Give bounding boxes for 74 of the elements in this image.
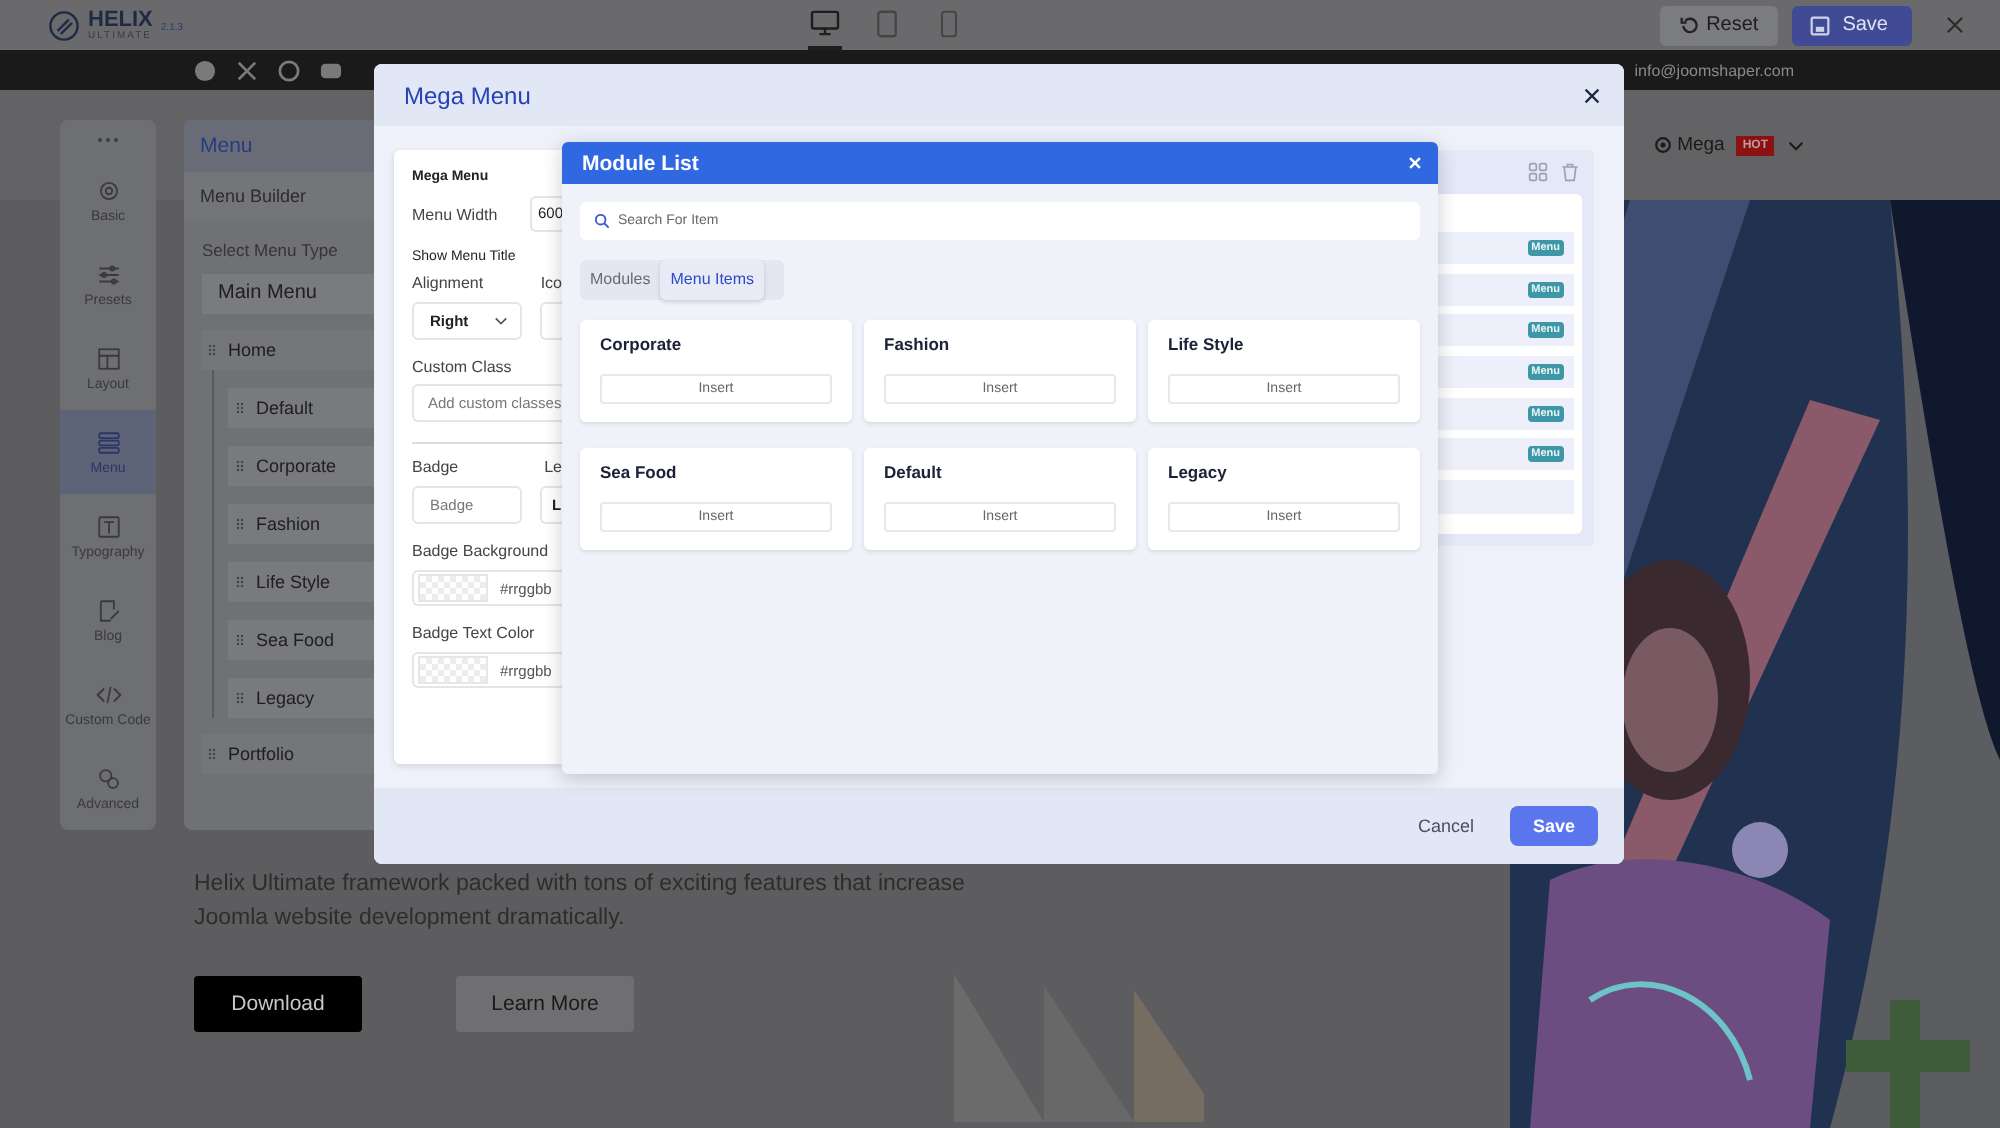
settings-icon — [1653, 136, 1672, 154]
menu-tree-item[interactable]: Fashion — [228, 504, 374, 544]
menu-tree-item[interactable]: Legacy — [228, 678, 374, 718]
field-label: Custom Class — [412, 358, 514, 376]
social-icon[interactable] — [194, 59, 216, 81]
social-icon[interactable] — [320, 59, 342, 81]
nav-link[interactable]: Mega — [1677, 134, 1725, 156]
field-label: Ico — [540, 274, 562, 292]
menu-tree-item[interactable]: Default — [228, 388, 374, 428]
close-icon[interactable] — [1584, 87, 1600, 103]
field-label: Menu Width — [412, 205, 498, 223]
item-title: Corporate — [600, 334, 684, 354]
drag-handle-icon[interactable] — [236, 460, 244, 472]
drag-handle-icon[interactable] — [236, 692, 244, 704]
drag-handle-icon[interactable] — [208, 748, 216, 760]
drag-handle-icon[interactable] — [236, 518, 244, 530]
caret-icon[interactable] — [1788, 139, 1804, 151]
menu-type-select[interactable]: Main Menu — [202, 274, 374, 314]
menu-tree-item[interactable]: Sea Food — [228, 620, 374, 660]
drag-handle-icon[interactable] — [236, 402, 244, 414]
tab[interactable]: Modules — [580, 260, 661, 300]
item-title: Life Style — [1168, 334, 1246, 354]
logo-name: HELIX — [88, 9, 153, 31]
edit-icon — [95, 597, 121, 623]
sliders-icon — [95, 261, 121, 287]
save-button[interactable]: Save — [1510, 806, 1598, 846]
phone-icon — [940, 9, 958, 37]
item-title: Fashion — [884, 334, 952, 354]
icon-select[interactable] — [540, 302, 562, 340]
search-icon — [580, 202, 618, 240]
field-label: Badge — [412, 458, 459, 476]
social-icon[interactable] — [236, 59, 258, 81]
field-label: Select Menu Type — [202, 240, 340, 260]
gears-icon — [95, 765, 121, 791]
gear-icon — [95, 177, 121, 203]
field-label: Le — [544, 458, 562, 476]
field-label: Badge Background — [412, 542, 551, 560]
drag-handle-icon[interactable] — [236, 634, 244, 646]
layout-icon — [95, 345, 121, 371]
section-tab[interactable]: Menu Builder — [184, 172, 374, 220]
save-button[interactable]: Save — [1792, 5, 1912, 45]
menu-tree-item[interactable]: Home — [202, 330, 374, 370]
logo-icon — [48, 9, 80, 41]
item-title: Legacy — [1168, 462, 1229, 482]
desktop-icon — [810, 10, 840, 36]
drag-handle-icon[interactable] — [96, 136, 120, 144]
menu-tree-item[interactable]: Life Style — [228, 562, 374, 602]
drag-handle-icon[interactable] — [208, 344, 216, 356]
email-link[interactable]: info@joomshaper.com — [1634, 61, 1794, 79]
social-icon[interactable] — [278, 59, 300, 81]
dialog-title: Mega Menu — [404, 81, 531, 109]
learn-more-button[interactable]: Learn More — [456, 976, 634, 1032]
code-icon — [95, 681, 121, 707]
save-icon — [1810, 15, 1831, 35]
tab[interactable]: Menu Items — [660, 260, 765, 300]
cancel-button[interactable]: Cancel — [1405, 814, 1486, 838]
dialog-title: Module List — [582, 151, 699, 175]
item-title: Sea Food — [600, 462, 679, 482]
panel-title: Menu — [184, 120, 374, 172]
menu-tree-item[interactable]: Portfolio — [202, 734, 374, 774]
drag-handle-icon[interactable] — [236, 576, 244, 588]
field-label: Alignment — [412, 274, 484, 292]
field-label: Badge Text Color — [412, 624, 537, 642]
chevron-icon — [494, 316, 508, 326]
menu-tree-item[interactable]: Corporate — [228, 446, 374, 486]
download-button[interactable]: Download — [194, 976, 362, 1032]
item-title: Default — [884, 462, 944, 482]
grid-icon[interactable] — [1528, 162, 1548, 182]
trash-icon[interactable] — [1560, 162, 1580, 182]
reset-icon — [1680, 15, 1701, 35]
reset-button[interactable]: Reset — [1660, 5, 1779, 45]
tablet-icon — [876, 9, 898, 37]
menu-icon — [95, 429, 121, 455]
type-icon — [95, 513, 121, 539]
